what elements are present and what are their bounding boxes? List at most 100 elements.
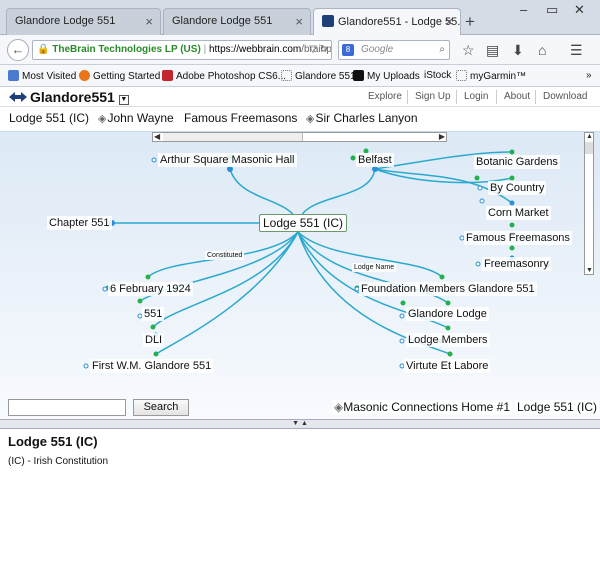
tab-label: Glandore Lodge 551 — [172, 15, 273, 27]
maximize-icon[interactable]: ▭ — [546, 2, 558, 18]
google-icon: 8 — [342, 44, 354, 56]
thought-sibling[interactable]: Famous Freemasons — [464, 231, 572, 245]
menu-login[interactable]: Login — [464, 91, 488, 102]
minimize-icon[interactable]: – — [520, 2, 527, 17]
home-icon[interactable]: ⌂ — [538, 42, 546, 58]
menu-explore[interactable]: Explore — [368, 91, 402, 102]
thought-jump[interactable]: Chapter 551 — [47, 216, 112, 230]
thought-child[interactable]: DLI — [143, 333, 165, 347]
pin-lodge-551[interactable]: Lodge 551 (IC) — [7, 111, 92, 125]
thought-sibling[interactable]: Corn Market — [486, 206, 551, 220]
back-button[interactable]: ← — [7, 39, 29, 61]
scroll-up-icon[interactable]: ▲ — [586, 133, 593, 140]
horizontal-scrollbar[interactable]: ◀ ▶ — [152, 132, 447, 142]
scroll-down-icon[interactable]: ▼ — [586, 267, 593, 274]
collapse-arrows-icon[interactable]: ▼ ▲ — [292, 420, 308, 427]
folder-icon — [8, 70, 19, 81]
brain-title[interactable]: Glandore551 ▼ — [9, 89, 129, 105]
thought-child[interactable]: First W.M. Glandore 551 — [90, 359, 214, 373]
window-close-icon[interactable]: ✕ — [574, 2, 585, 18]
thought-sibling[interactable]: Botanic Gardens — [474, 155, 560, 169]
page-icon — [281, 70, 292, 81]
download-icon[interactable]: ⬇ — [512, 42, 524, 59]
vertical-scrollbar[interactable]: ▲ ▼ — [584, 132, 594, 275]
url-host: https://webbrain.com — [208, 44, 302, 55]
scroll-thumb[interactable] — [163, 133, 303, 141]
scroll-thumb[interactable] — [585, 142, 593, 154]
thought-child[interactable]: Lodge Members — [406, 333, 490, 347]
close-icon[interactable]: × — [295, 14, 303, 29]
bookmark-photoshop[interactable]: Adobe Photoshop CS6... — [162, 70, 286, 82]
thought-parent[interactable]: Belfast — [356, 153, 394, 167]
scroll-left-icon[interactable]: ◀ — [154, 132, 160, 141]
thought-type-icon: ◈ — [334, 400, 344, 414]
thought-type-icon: ◈ — [306, 113, 315, 125]
link-label: Constituted — [205, 251, 245, 260]
search-input[interactable] — [8, 399, 126, 416]
pin-john-wayne[interactable]: ◈John Wayne — [96, 111, 176, 125]
scroll-right-icon[interactable]: ▶ — [439, 132, 445, 141]
url-bar[interactable]: 🔒 TheBrain Technologies LP (US) | https:… — [32, 40, 332, 60]
search-placeholder: Google — [361, 44, 394, 55]
app-header: Glandore551 ▼ Explore Sign Up Login About… — [0, 87, 600, 107]
search-field[interactable]: 8 Google ⌕ — [338, 40, 450, 60]
notes-body: (IC) - Irish Constitution — [8, 456, 109, 467]
bookmark-most-visited[interactable]: Most Visited — [8, 70, 76, 82]
close-icon[interactable]: × — [445, 14, 453, 29]
firefox-icon — [79, 70, 90, 81]
thought-type-icon: ◈ — [98, 113, 107, 125]
tab-2[interactable]: Glandore Lodge 551 × — [163, 8, 311, 35]
thought-child[interactable]: Glandore Lodge — [406, 307, 489, 321]
bookmark-getting-started[interactable]: Getting Started — [79, 70, 160, 82]
current-thought-link[interactable]: Lodge 551 (IC) — [515, 400, 600, 414]
navigation-bar: ← 🔒 TheBrain Technologies LP (US) | http… — [0, 35, 600, 65]
pane-splitter[interactable]: ▼ ▲ — [0, 419, 600, 429]
bookmarks-bar: Most Visited Getting Started Adobe Photo… — [0, 65, 600, 87]
pin-famous-freemasons[interactable]: Famous Freemasons — [182, 111, 300, 125]
thought-sibling[interactable]: Freemasonry — [482, 257, 551, 271]
home-thought-link[interactable]: ◈Masonic Connections Home #1 — [332, 400, 512, 414]
notes-title: Lodge 551 (IC) — [8, 434, 98, 449]
menu-about[interactable]: About — [504, 91, 530, 102]
more-bookmarks-chevron[interactable]: » — [586, 70, 592, 81]
adobe-icon — [162, 70, 173, 81]
menu-icon[interactable]: ☰ — [570, 42, 583, 59]
menu-sign-up[interactable]: Sign Up — [415, 91, 451, 102]
thought-child[interactable]: 6 February 1924 — [108, 282, 193, 296]
tab-label: Glandore551 - Lodge 55... — [338, 16, 461, 28]
menu-download[interactable]: Download — [543, 91, 587, 102]
thought-child[interactable]: 551 — [142, 307, 165, 321]
search-icon[interactable]: ⌕ — [439, 41, 445, 59]
lock-icon: 🔒 — [37, 44, 50, 55]
tab-3-active[interactable]: Glandore551 - Lodge 55... × — [313, 8, 461, 36]
new-tab-button[interactable]: + — [465, 12, 475, 32]
bookmark-glandore[interactable]: Glandore 551 — [281, 70, 356, 82]
active-thought[interactable]: Lodge 551 (IC) — [259, 214, 348, 232]
thought-child[interactable]: Foundation Members Glandore 551 — [359, 282, 537, 296]
dropdown-reload-icons[interactable]: ▽ ↻ — [309, 41, 328, 59]
bookmark-my-uploads[interactable]: My Uploads — [353, 70, 420, 82]
thought-sibling[interactable]: By Country — [488, 181, 547, 195]
tab-label: Glandore Lodge 551 — [15, 15, 116, 27]
plex-links — [83, 148, 551, 369]
chevron-down-icon[interactable]: ▼ — [118, 95, 129, 105]
thought-parent[interactable]: Arthur Square Masonic Hall — [158, 153, 297, 167]
link-label: Lodge Name — [352, 263, 397, 272]
thought-child[interactable]: Virtute Et Labore — [404, 359, 491, 373]
tab-1[interactable]: Glandore Lodge 551 × — [6, 8, 161, 35]
pin-sir-charles-lanyon[interactable]: ◈Sir Charles Lanyon — [304, 111, 420, 125]
notes-pane: Lodge 551 (IC) (IC) - Irish Constitution — [0, 429, 600, 587]
bookmark-istock[interactable]: iStock — [424, 70, 451, 81]
bookmark-mygarmin[interactable]: myGarmin™ — [456, 70, 526, 82]
pins-bar: Lodge 551 (IC) ◈John Wayne Famous Freema… — [0, 107, 600, 131]
favicon-icon — [322, 15, 334, 27]
search-button[interactable]: Search — [133, 399, 189, 416]
bookmark-star-icon[interactable]: ☆ — [462, 42, 475, 59]
thebrain-logo-icon — [9, 92, 27, 102]
close-icon[interactable]: × — [145, 14, 153, 29]
browser-tab-strip: Glandore Lodge 551 × Glandore Lodge 551 … — [0, 0, 600, 36]
site-identity: TheBrain Technologies LP (US) — [52, 44, 201, 55]
plex-canvas[interactable]: ◀ ▶ ▲ ▼ Arthur Square Masonic Hall Belfa… — [0, 131, 600, 419]
reading-list-icon[interactable]: ▤ — [486, 42, 499, 59]
istock-icon — [353, 70, 364, 81]
